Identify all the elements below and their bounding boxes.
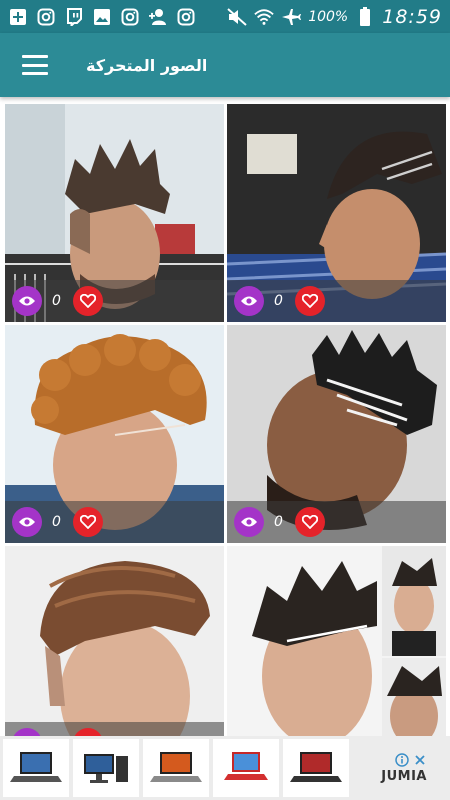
image-icon [92,7,112,27]
battery-icon [355,6,375,27]
card-action-bar: 0 [5,501,224,543]
ad-product-desktop[interactable] [73,739,139,797]
ad-product-laptop[interactable] [3,739,69,797]
ad-product-convertible[interactable] [213,739,279,797]
favorite-button[interactable] [295,507,325,537]
gif-card[interactable]: 0 [5,325,224,543]
airplane-icon [281,7,302,27]
views-button[interactable] [12,507,42,537]
mute-icon [227,7,247,27]
app-title: الصور المتحركة [86,55,208,75]
heart-icon [80,294,96,308]
laptop-icon [10,752,62,782]
views-button[interactable] [234,286,264,316]
heart-icon [302,515,318,529]
laptop-icon [290,752,342,782]
heart-icon [80,515,96,529]
eye-icon [241,296,257,306]
views-button[interactable] [12,728,42,736]
views-button[interactable] [12,286,42,316]
instagram-icon [36,7,56,27]
notification-icons [8,7,196,27]
card-action-bar: 0 [227,501,446,543]
card-action-bar: 0 [5,722,224,736]
favorite-button[interactable] [73,507,103,537]
card-action-bar: 0 [5,280,224,322]
status-bar: 100% 18:59 [0,0,450,33]
instagram-icon [120,7,140,27]
close-icon[interactable] [413,753,427,767]
eye-icon [19,296,35,306]
ad-product-laptop[interactable] [143,739,209,797]
laptop-icon [150,752,202,782]
adchoices-icon[interactable] [395,752,409,767]
gif-card[interactable]: 0 [5,546,224,736]
desktop-pc-icon [84,754,128,783]
ad-brand[interactable]: JUMIA [359,752,427,784]
view-count: 0 [52,293,61,309]
laptop-icon [224,752,268,780]
heart-icon [302,294,318,308]
haircut-photo[interactable] [5,546,224,736]
wifi-icon [254,7,274,27]
view-count: 0 [274,293,283,309]
twitch-icon [64,7,84,27]
gif-grid[interactable]: 0 0 0 0 [5,104,446,736]
card-action-bar: 0 [227,280,446,322]
app-bar: الصور المتحركة [0,33,450,97]
jumia-logo: JUMIA [381,768,427,784]
eye-icon [241,517,257,527]
views-button[interactable] [234,507,264,537]
instagram-icon [176,7,196,27]
view-count: 0 [274,514,283,530]
person-add-icon [148,7,168,27]
gif-card[interactable]: 0 [5,104,224,322]
battery-percentage: 100% [308,8,349,25]
ad-product-laptop[interactable] [283,739,349,797]
favorite-button[interactable] [73,286,103,316]
ad-banner[interactable]: JUMIA [0,736,450,800]
eye-icon [19,517,35,527]
clock: 18:59 [382,5,442,28]
view-count: 0 [52,514,61,530]
add-box-icon [8,7,28,27]
gif-card[interactable]: 0 [227,104,446,322]
favorite-button[interactable] [73,728,103,736]
hamburger-menu-icon[interactable] [22,55,48,75]
gif-card[interactable] [227,546,446,736]
system-status: 100% 18:59 [227,6,442,28]
favorite-button[interactable] [295,286,325,316]
haircut-photo[interactable] [227,546,446,736]
gif-card[interactable]: 0 [227,325,446,543]
